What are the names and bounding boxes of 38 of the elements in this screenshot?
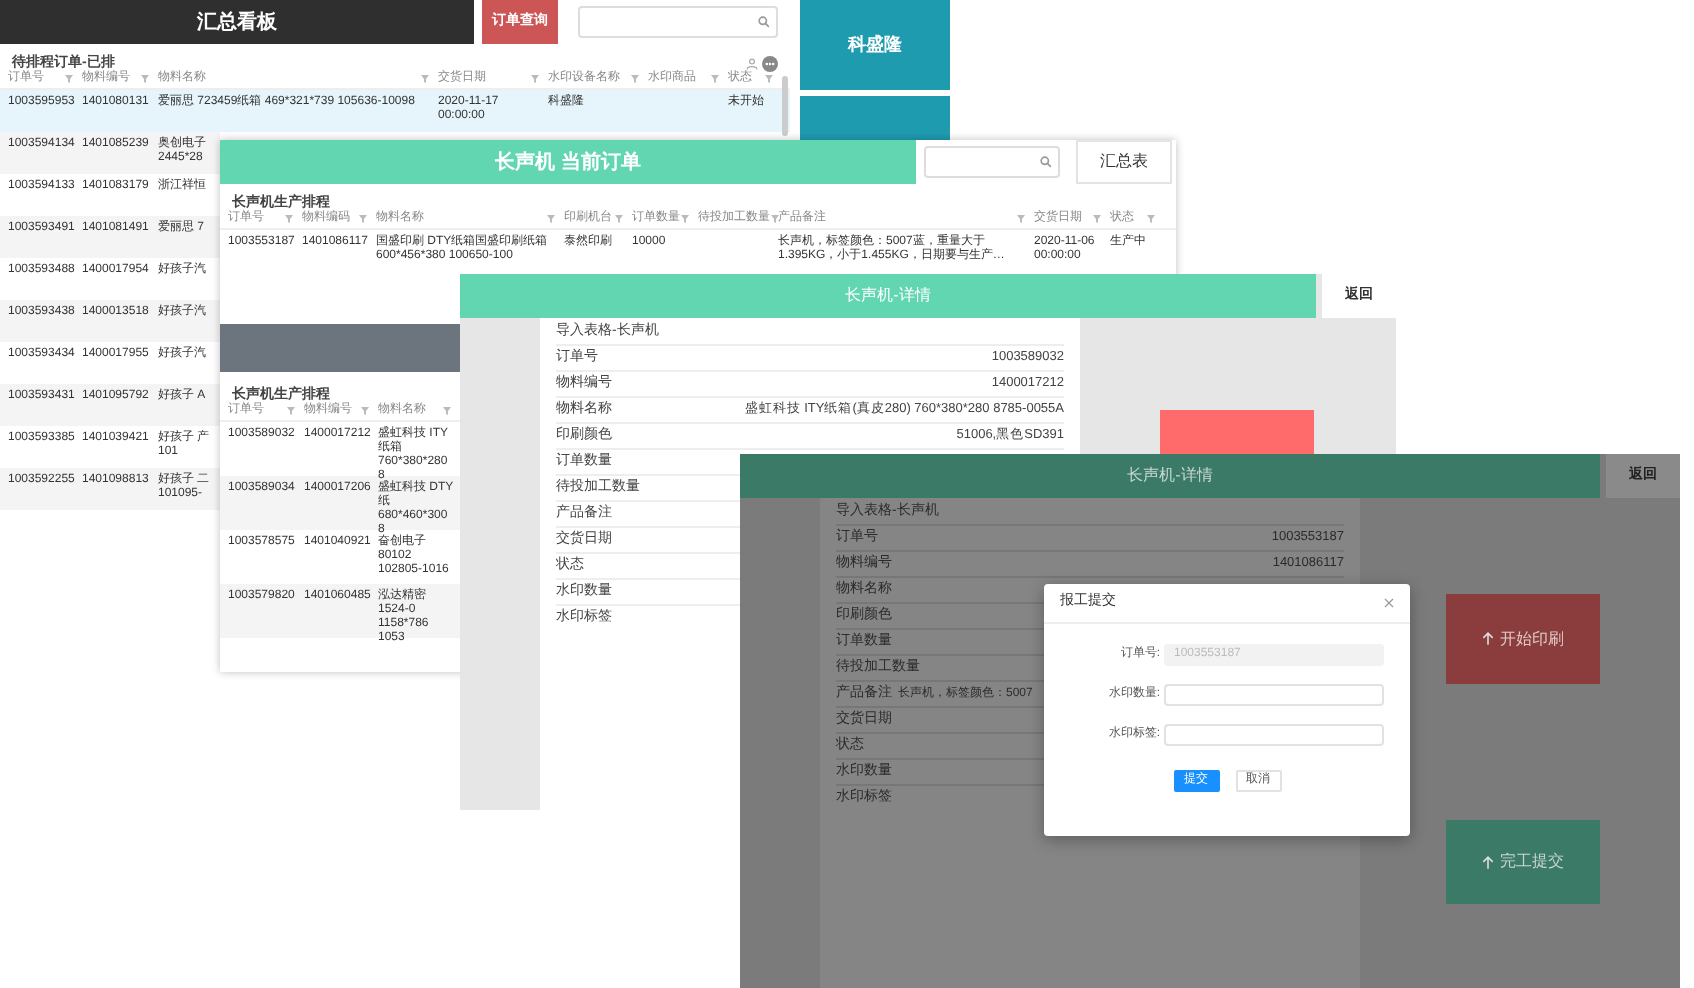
input-field[interactable] (1164, 724, 1384, 746)
filter-icon[interactable] (64, 73, 74, 83)
filter-icon[interactable] (710, 73, 720, 83)
more-icon[interactable] (762, 56, 778, 72)
filter-icon[interactable] (546, 213, 556, 223)
filter-icon[interactable] (284, 213, 294, 223)
arrow-up-icon (1482, 632, 1494, 646)
close-icon[interactable] (1384, 598, 1394, 608)
start-printing-button[interactable]: 开始印刷 (1446, 594, 1600, 684)
arrow-up-icon (1482, 855, 1494, 869)
scrollbar[interactable] (782, 76, 788, 136)
filter-icon[interactable] (442, 405, 452, 415)
action-button[interactable] (1160, 410, 1314, 454)
search-field[interactable] (578, 6, 778, 38)
filter-icon[interactable] (1092, 213, 1102, 223)
search-icon[interactable] (758, 16, 770, 28)
search-field[interactable] (924, 146, 1060, 178)
filter-icon[interactable] (1146, 213, 1156, 223)
filter-icon[interactable] (420, 73, 430, 83)
filter-icon[interactable] (630, 73, 640, 83)
window-title-bar: 长声机-详情 (460, 274, 1316, 318)
summary-button[interactable]: 汇总表 (1076, 140, 1172, 184)
input-field[interactable] (1164, 684, 1384, 706)
filter-icon[interactable] (530, 73, 540, 83)
dashboard-title-bar: 汇总看板 (0, 0, 474, 44)
tile[interactable] (800, 96, 950, 140)
search-icon[interactable] (1040, 156, 1052, 168)
window-title-bar: 长声机-详情 (740, 454, 1600, 498)
window-title-bar: 长声机 当前订单 (220, 140, 916, 184)
user-icon[interactable] (746, 58, 758, 70)
filter-icon[interactable] (1016, 213, 1026, 223)
filter-icon[interactable] (680, 213, 690, 223)
filter-icon[interactable] (286, 405, 296, 415)
filter-icon[interactable] (360, 405, 370, 415)
filter-icon[interactable] (614, 213, 624, 223)
filter-icon[interactable] (358, 213, 368, 223)
filter-icon[interactable] (140, 73, 150, 83)
filter-icon[interactable] (770, 213, 780, 223)
